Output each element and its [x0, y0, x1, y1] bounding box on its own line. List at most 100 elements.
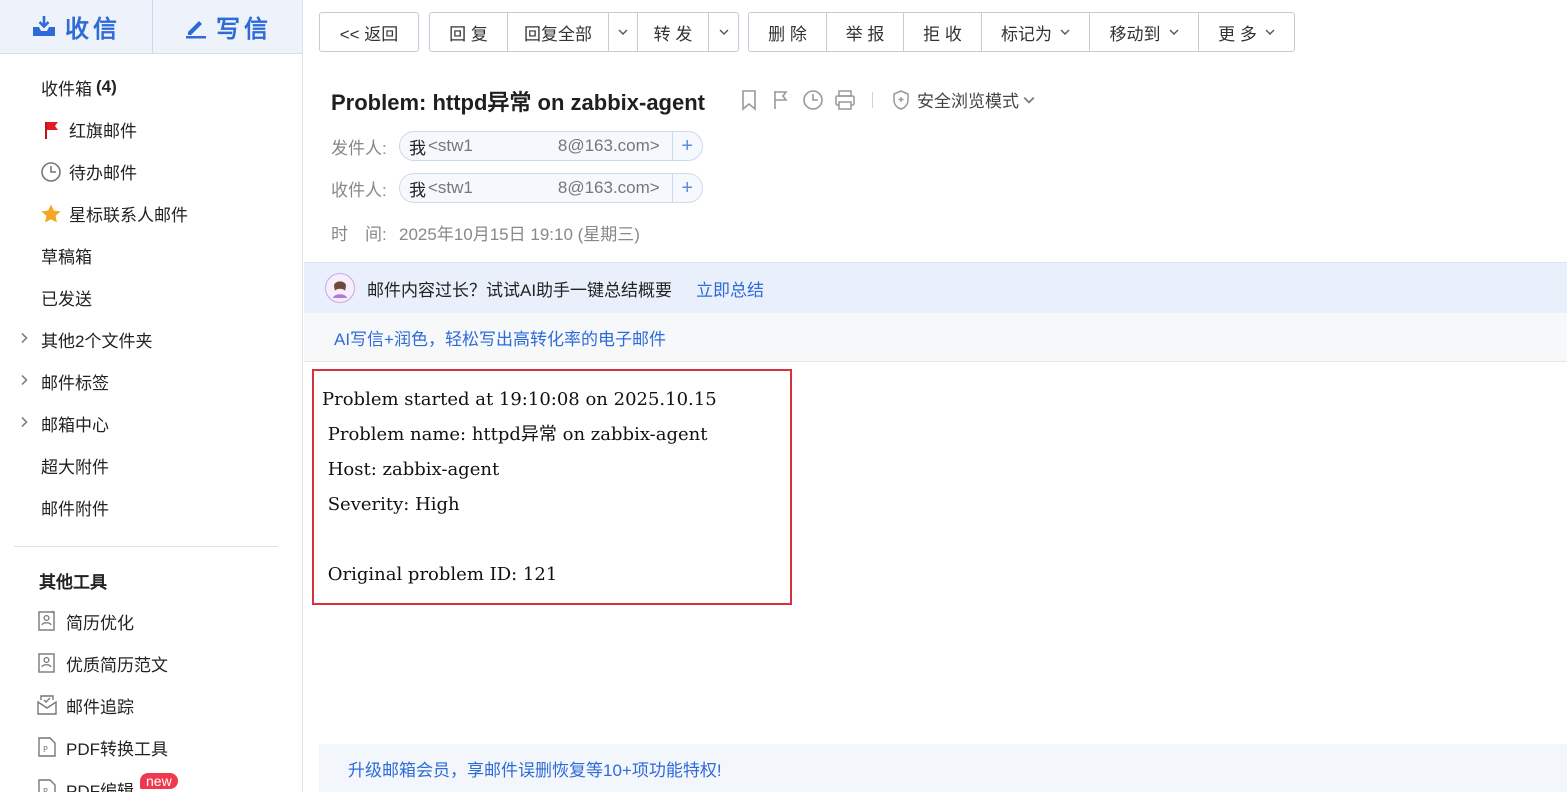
chevron-down-icon: [1060, 29, 1070, 35]
tool-mail-tracking[interactable]: 邮件追踪: [0, 684, 302, 726]
sent-label: 已发送: [41, 289, 92, 309]
upgrade-banner[interactable]: 升级邮箱会员，享邮件误删恢复等10+项功能特权!: [319, 744, 1567, 792]
mail-subject: Problem: httpd异常 on zabbix-agent: [331, 90, 705, 115]
chevron-down-icon: [1023, 96, 1035, 104]
forward-dropdown[interactable]: [709, 13, 738, 51]
tool-pdf-convert[interactable]: P PDF转换工具: [0, 726, 302, 768]
sidebar-item-red-flag[interactable]: 红旗邮件: [0, 108, 302, 150]
sidebar-item-mail-attachments[interactable]: 邮件附件: [0, 486, 302, 528]
report-button[interactable]: 举 报: [827, 13, 904, 51]
forward-button[interactable]: 转 发: [638, 13, 709, 51]
resume-icon: [38, 610, 55, 631]
to-label: 收件人:: [331, 180, 387, 200]
ai-summary-prompt: 邮件内容过长？试试AI助手一键总结概要: [367, 280, 673, 300]
actions-group: 删 除 举 报 拒 收 标记为 移动到 更 多: [748, 12, 1295, 52]
new-badge: new: [140, 773, 178, 789]
sidebar-item-sent[interactable]: 已发送: [0, 276, 302, 318]
mark-as-button[interactable]: 标记为: [982, 13, 1090, 51]
sidebar-item-todo[interactable]: 待办邮件: [0, 150, 302, 192]
body-line: Problem name: httpd异常 on zabbix-agent: [322, 424, 708, 445]
todo-label: 待办邮件: [69, 163, 137, 183]
tool-label: 邮件追踪: [66, 697, 134, 717]
reply-button[interactable]: 回 复: [430, 13, 508, 51]
safe-browse-mode[interactable]: 安全浏览模式: [891, 87, 1041, 112]
clock-icon[interactable]: [802, 89, 824, 111]
tool-label: 简历优化: [66, 613, 134, 633]
from-label: 发件人:: [331, 138, 387, 158]
move-to-button[interactable]: 移动到: [1090, 13, 1199, 51]
summarize-now-link[interactable]: 立即总结: [696, 276, 764, 301]
pdf-edit-icon: P: [38, 779, 56, 792]
tool-label: PDF编辑: [66, 781, 134, 792]
inbox-label: 收件箱: [41, 79, 92, 99]
ai-write-promo[interactable]: AI写信+润色，轻松写出高转化率的电子邮件: [304, 313, 1567, 362]
ai-assistant-avatar: [325, 273, 355, 303]
separator: [872, 91, 873, 108]
other-folders-label: 其他2个文件夹: [41, 331, 153, 351]
folder-nav: 收件箱 (4) 红旗邮件 待办邮件 星标联系人邮件 草稿箱 已发送 其他2个文件夹…: [0, 66, 302, 528]
sidebar-item-mailbox-center[interactable]: 邮箱中心: [0, 402, 302, 444]
receive-mail-button[interactable]: 收信: [0, 0, 153, 53]
more-button[interactable]: 更 多: [1199, 13, 1294, 51]
sidebar-item-other-folders[interactable]: 其他2个文件夹: [0, 318, 302, 360]
from-chip[interactable]: 我 <stw1 8@163.com> +: [399, 131, 703, 161]
add-contact-button[interactable]: +: [671, 132, 702, 160]
tool-label: 优质简历范文: [66, 655, 168, 675]
back-group: << 返回: [319, 12, 419, 52]
write-mail-button[interactable]: 写信: [154, 0, 302, 53]
more-label: 更 多: [1218, 24, 1257, 44]
body-line: Severity: High: [322, 494, 460, 515]
from-name: 我: [409, 138, 426, 158]
mailbox-center-label: 邮箱中心: [41, 415, 109, 435]
pdf-icon: P: [38, 737, 56, 757]
mail-attach-label: 邮件附件: [41, 499, 109, 519]
chevron-down-icon: [1169, 29, 1178, 35]
time-label: 时 间:: [331, 225, 387, 244]
reply-all-button[interactable]: 回复全部: [508, 13, 609, 51]
drafts-label: 草稿箱: [41, 247, 92, 267]
tools-heading: 其他工具: [39, 573, 107, 592]
back-button[interactable]: << 返回: [320, 13, 418, 51]
subject-actions: 安全浏览模式: [738, 87, 1041, 112]
bookmark-icon[interactable]: [738, 89, 760, 111]
body-line: [322, 527, 790, 562]
sidebar-item-inbox[interactable]: 收件箱 (4): [0, 66, 302, 108]
chevron-down-icon: [1265, 29, 1275, 35]
sidebar-divider: [14, 546, 278, 547]
body-line: Original problem ID: 121: [322, 564, 558, 585]
shield-icon: [893, 89, 909, 110]
print-icon[interactable]: [834, 89, 856, 111]
chevron-right-icon: [21, 332, 28, 344]
chevron-down-icon: [719, 29, 728, 35]
body-line: Problem started at 19:10:08 on 2025.10.1…: [322, 389, 717, 410]
sidebar-item-drafts[interactable]: 草稿箱: [0, 234, 302, 276]
ai-summary-bar: 邮件内容过长？试试AI助手一键总结概要 立即总结: [304, 262, 1567, 313]
from-address: <stw1 8@163.com>: [428, 136, 660, 155]
add-contact-button[interactable]: +: [671, 174, 702, 202]
chevron-right-icon: [21, 416, 28, 428]
resume-sample-icon: [38, 653, 55, 673]
flag-icon[interactable]: [770, 89, 792, 111]
reply-all-dropdown[interactable]: [609, 13, 638, 51]
reply-group: 回 复 回复全部 转 发: [429, 12, 739, 52]
chevron-down-icon: [618, 29, 628, 35]
tool-resume-samples[interactable]: 优质简历范文: [0, 642, 302, 684]
svg-text:P: P: [43, 745, 48, 754]
mark-as-label: 标记为: [1001, 24, 1052, 44]
reject-button[interactable]: 拒 收: [904, 13, 982, 51]
body-line: Host: zabbix-agent: [322, 459, 500, 480]
clock-icon: [40, 161, 62, 183]
to-chip[interactable]: 我 <stw1 8@163.com> +: [399, 173, 703, 203]
sidebar: 收信 写信 收件箱(4) 红旗邮件 待办邮件 星标联系人邮件 草稿箱 已发送: [0, 0, 303, 792]
to-name: 我: [409, 180, 426, 200]
tools-list: 简历优化 优质简历范文 邮件追踪 P PDF转换工具 P PDF编辑 new: [0, 600, 302, 792]
delete-button[interactable]: 删 除: [749, 13, 827, 51]
sidebar-item-tags[interactable]: 邮件标签: [0, 360, 302, 402]
mail-body: Problem started at 19:10:08 on 2025.10.1…: [312, 369, 792, 605]
tool-resume-optimize[interactable]: 简历优化: [0, 600, 302, 642]
from-row: 发件人: 我 <stw1 8@163.com> +: [331, 131, 703, 161]
sidebar-item-large-attachments[interactable]: 超大附件: [0, 444, 302, 486]
tool-pdf-edit[interactable]: P PDF编辑 new: [0, 768, 302, 792]
safe-mode-label: 安全浏览模式: [917, 92, 1019, 111]
sidebar-item-star-contacts[interactable]: 星标联系人邮件: [0, 192, 302, 234]
